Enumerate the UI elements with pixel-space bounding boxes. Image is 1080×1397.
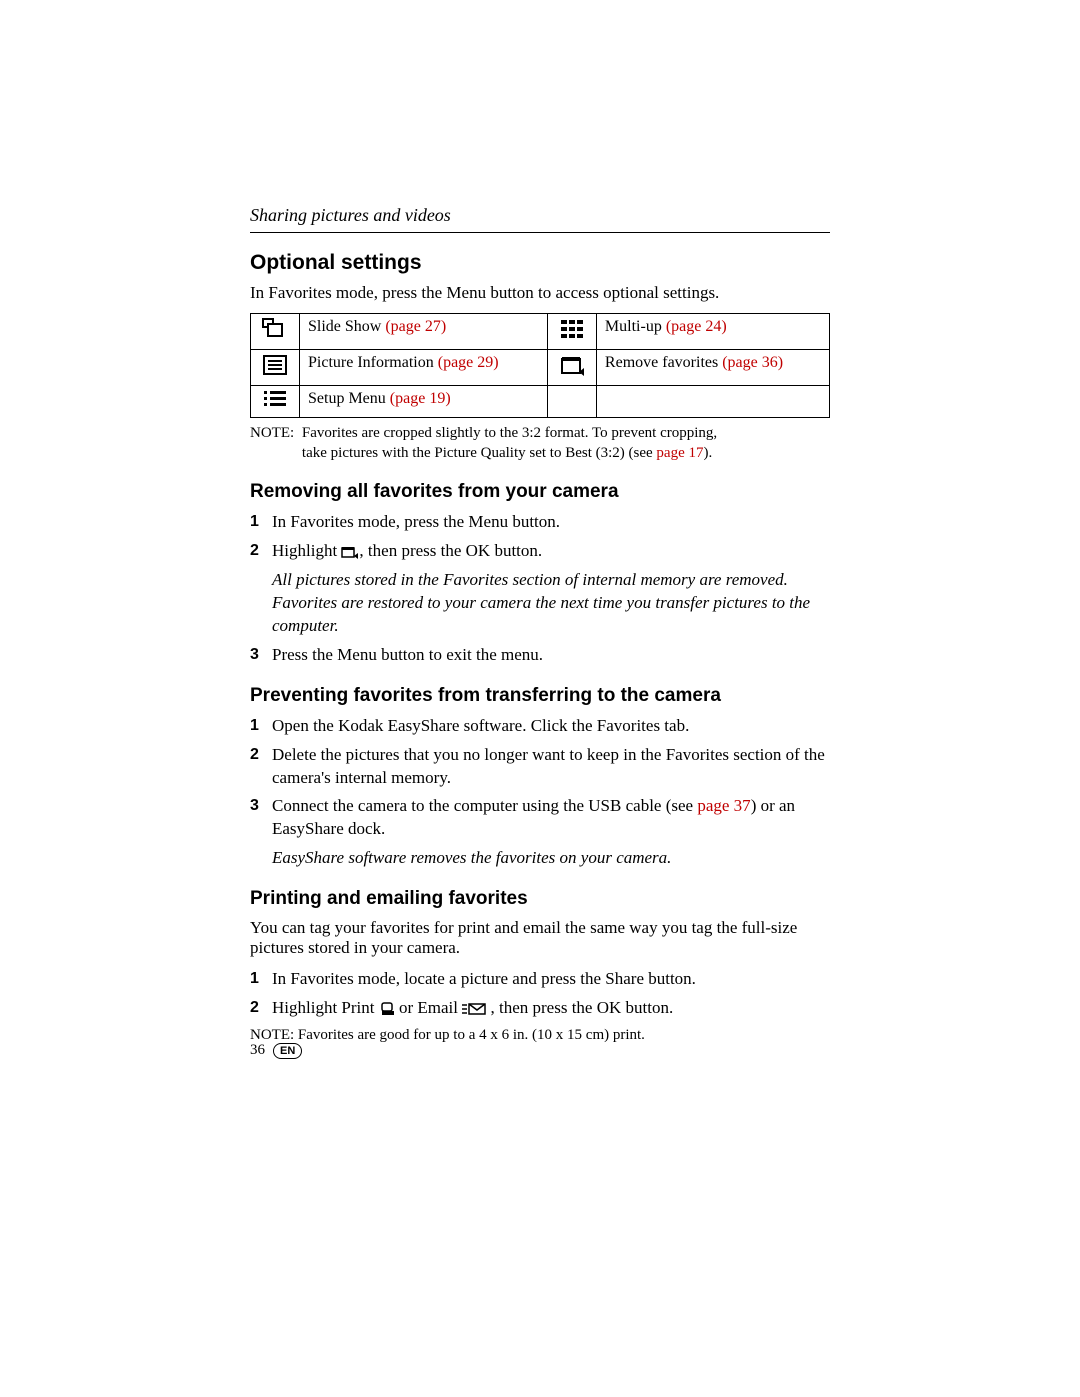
heading-optional-settings: Optional settings xyxy=(250,251,830,275)
multiup-icon xyxy=(547,314,596,350)
page-link[interactable]: (page 19) xyxy=(390,390,451,407)
table-row: Setup Menu (page 19) xyxy=(251,386,830,418)
remove-favorites-icon xyxy=(547,350,596,386)
multiup-cell: Multi-up (page 24) xyxy=(596,314,829,350)
steps-preventing: 1Open the Kodak EasyShare software. Clic… xyxy=(250,715,830,842)
setup-menu-icon xyxy=(251,386,300,418)
slideshow-cell: Slide Show (page 27) xyxy=(300,314,548,350)
table-row: Slide Show (page 27) Multi-up (page 24) xyxy=(251,314,830,350)
page-footer: 36 EN xyxy=(250,1042,302,1059)
page-link[interactable]: (page 24) xyxy=(666,318,727,335)
heading-removing-favorites: Removing all favorites from your camera xyxy=(250,481,830,503)
page-number: 36 xyxy=(250,1042,265,1059)
print-icon xyxy=(379,1002,395,1016)
result-text: EasyShare software removes the favorites… xyxy=(272,847,830,870)
page-link[interactable]: (page 36) xyxy=(722,354,783,371)
note-print-size: NOTE: Favorites are good for up to a 4 x… xyxy=(250,1026,830,1046)
optional-settings-intro: In Favorites mode, press the Menu button… xyxy=(250,283,830,303)
printing-intro: You can tag your favorites for print and… xyxy=(250,918,830,958)
remove-favorites-cell: Remove favorites (page 36) xyxy=(596,350,829,386)
steps-printing: 1In Favorites mode, locate a picture and… xyxy=(250,968,830,1020)
picture-info-cell: Picture Information (page 29) xyxy=(300,350,548,386)
note-crop: NOTE: Favorites are cropped slightly to … xyxy=(250,424,830,463)
steps-removing: 1In Favorites mode, press the Menu butto… xyxy=(250,511,830,563)
remove-favorites-icon xyxy=(341,545,359,559)
table-row: Picture Information (page 29) Remove fav… xyxy=(251,350,830,386)
heading-preventing-favorites: Preventing favorites from transferring t… xyxy=(250,685,830,707)
page-link[interactable]: page 17 xyxy=(656,445,703,461)
heading-printing-emailing: Printing and emailing favorites xyxy=(250,888,830,910)
result-text: All pictures stored in the Favorites sec… xyxy=(272,569,830,638)
settings-table: Slide Show (page 27) Multi-up (page 24) … xyxy=(250,313,830,418)
setup-menu-cell: Setup Menu (page 19) xyxy=(300,386,548,418)
page-link[interactable]: (page 29) xyxy=(438,354,499,371)
email-icon xyxy=(462,1002,486,1016)
picture-info-icon xyxy=(251,350,300,386)
language-badge: EN xyxy=(273,1043,302,1059)
page-link[interactable]: page 37 xyxy=(697,796,750,815)
running-header: Sharing pictures and videos xyxy=(250,205,830,226)
page-link[interactable]: (page 27) xyxy=(385,318,446,335)
slideshow-icon xyxy=(251,314,300,350)
header-rule xyxy=(250,232,830,233)
steps-removing-cont: 3Press the Menu button to exit the menu. xyxy=(250,644,830,667)
